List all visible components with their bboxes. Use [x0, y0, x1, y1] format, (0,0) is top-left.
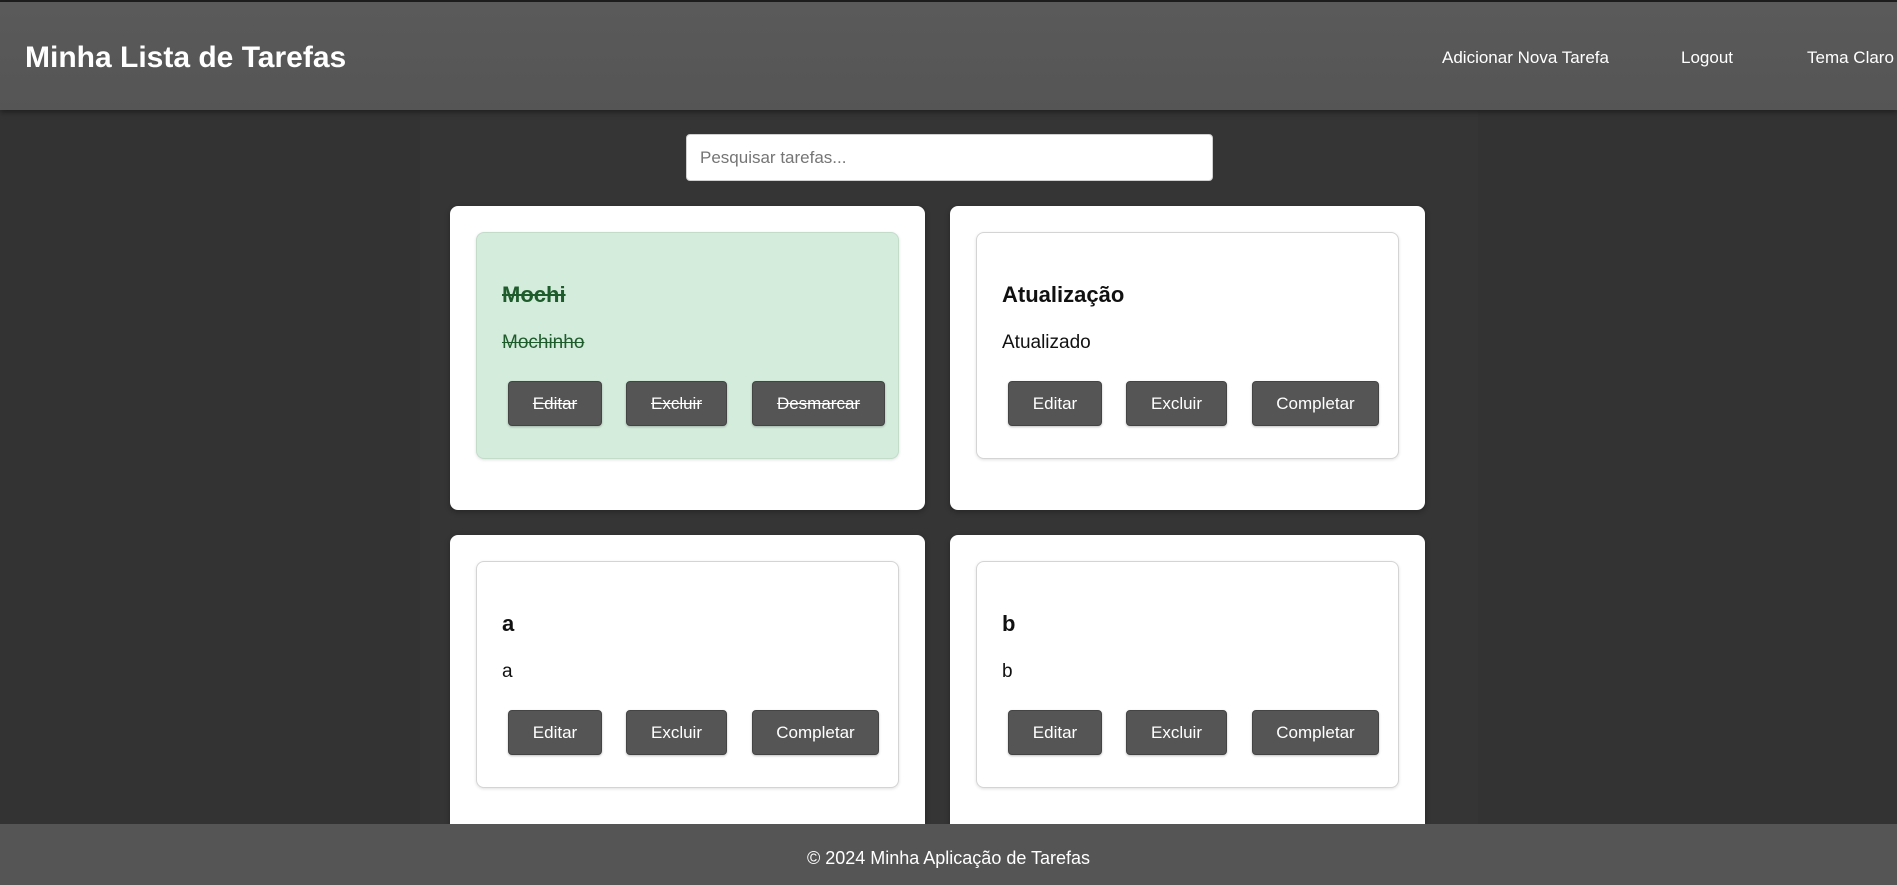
task-description: Mochinho [502, 332, 585, 353]
footer-copyright: © 2024 Minha Aplicação de Tarefas [806, 848, 1091, 868]
task-container: a a Editar Excluir Completar [450, 535, 925, 839]
edit-button[interactable]: Editar [508, 381, 602, 426]
task-container: b b Editar Excluir Completar [950, 535, 1425, 839]
logout-link[interactable]: Logout [1681, 47, 1733, 69]
theme-toggle-link[interactable]: Tema Claro [1807, 47, 1894, 69]
task-container: Mochi Mochinho Editar Excluir Desmarcar [450, 206, 925, 510]
add-task-link[interactable]: Adicionar Nova Tarefa [1442, 47, 1609, 69]
task-description: b [1002, 661, 1013, 682]
task-title: Atualização [1002, 282, 1125, 307]
delete-button[interactable]: Excluir [1126, 710, 1227, 755]
task-card: Atualização Atualizado Editar Excluir Co… [976, 232, 1399, 459]
task-container: Atualização Atualizado Editar Excluir Co… [950, 206, 1425, 510]
task-title: Mochi [502, 282, 566, 307]
edit-button[interactable]: Editar [1008, 381, 1102, 426]
task-description: Atualizado [1002, 332, 1091, 353]
task-title: b [1002, 611, 1016, 636]
toggle-complete-button[interactable]: Completar [1252, 381, 1379, 426]
app-root: Minha Lista de Tarefas Adicionar Nova Ta… [0, 0, 1897, 885]
delete-button[interactable]: Excluir [626, 381, 727, 426]
task-title: a [502, 611, 515, 636]
app-title: Minha Lista de Tarefas [25, 41, 347, 74]
task-card: b b Editar Excluir Completar [976, 561, 1399, 788]
app-header: Minha Lista de Tarefas Adicionar Nova Ta… [0, 2, 1897, 110]
toggle-complete-button[interactable]: Completar [1252, 710, 1379, 755]
task-card: a a Editar Excluir Completar [476, 561, 899, 788]
app-footer: © 2024 Minha Aplicação de Tarefas [0, 824, 1897, 885]
toggle-complete-button[interactable]: Completar [752, 710, 879, 755]
edit-button[interactable]: Editar [1008, 710, 1102, 755]
delete-button[interactable]: Excluir [626, 710, 727, 755]
task-description: a [502, 661, 513, 682]
search-input[interactable] [686, 134, 1213, 181]
task-card: Mochi Mochinho Editar Excluir Desmarcar [476, 232, 899, 459]
toggle-complete-button[interactable]: Desmarcar [752, 381, 885, 426]
edit-button[interactable]: Editar [508, 710, 602, 755]
delete-button[interactable]: Excluir [1126, 381, 1227, 426]
